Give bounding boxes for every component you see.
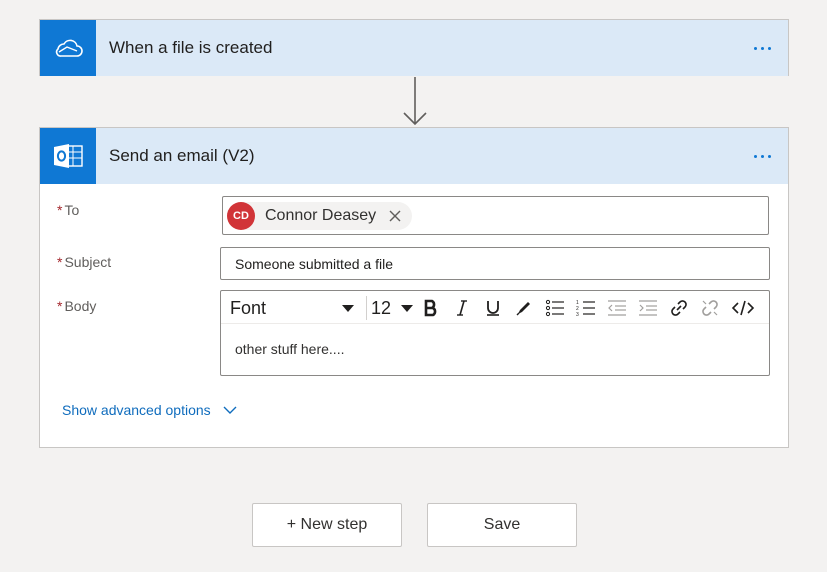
remove-recipient-icon[interactable]	[388, 209, 402, 223]
numbered-list-button[interactable]: 123	[573, 296, 599, 320]
recipient-name: Connor Deasey	[265, 207, 377, 224]
more-dot-icon	[760, 46, 764, 50]
body-toolbar: Font 12 123	[221, 291, 769, 324]
code-icon	[731, 300, 755, 316]
save-button[interactable]: Save	[427, 503, 577, 547]
font-color-button[interactable]	[511, 296, 537, 320]
italic-button[interactable]	[449, 296, 475, 320]
required-marker: *	[57, 254, 63, 270]
numbered-list-icon: 123	[576, 300, 595, 317]
chevron-down-icon	[223, 406, 237, 414]
outdent-icon	[608, 300, 626, 316]
subject-label: * Subject	[57, 254, 111, 270]
onedrive-cloud-icon	[40, 20, 96, 76]
underline-icon	[487, 301, 499, 316]
trigger-card[interactable]: When a file is created	[39, 19, 789, 76]
italic-icon	[457, 300, 467, 316]
action-more-options-button[interactable]	[740, 141, 784, 171]
show-advanced-options-label: Show advanced options	[62, 402, 211, 418]
increase-indent-button[interactable]	[635, 296, 661, 320]
body-editor[interactable]: Font 12 123 other stuff here....	[220, 290, 770, 376]
subject-input[interactable]: Someone submitted a file	[220, 247, 770, 280]
toolbar-divider	[366, 296, 367, 320]
font-family-select[interactable]: Font	[230, 297, 362, 319]
bullet-list-button[interactable]	[542, 296, 568, 320]
to-label-text: To	[64, 202, 80, 218]
outlook-icon	[40, 128, 96, 184]
indent-icon	[639, 300, 657, 316]
bold-button[interactable]	[418, 296, 444, 320]
chevron-down-icon	[401, 305, 413, 312]
body-label: * Body	[57, 298, 96, 314]
recipient-token[interactable]: CD Connor Deasey	[227, 202, 413, 230]
unlink-icon	[702, 300, 718, 316]
code-view-button[interactable]	[730, 296, 756, 320]
action-card: Send an email (V2) * To CD Connor Deasey …	[39, 127, 789, 448]
pen-icon	[516, 302, 530, 316]
more-dot-icon	[760, 154, 764, 158]
body-content[interactable]: other stuff here....	[221, 324, 769, 374]
to-field[interactable]: CD Connor Deasey	[222, 196, 769, 235]
font-size-select[interactable]: 12	[371, 297, 413, 319]
more-dot-icon	[767, 46, 771, 50]
more-dot-icon	[767, 154, 771, 158]
remove-link-button[interactable]	[697, 296, 723, 320]
to-label: * To	[57, 202, 79, 218]
trigger-card-header[interactable]: When a file is created	[40, 20, 788, 76]
chevron-down-icon	[342, 305, 354, 312]
link-icon	[671, 300, 687, 316]
new-step-button[interactable]: + New step	[252, 503, 402, 547]
font-family-value: Font	[230, 297, 267, 318]
decrease-indent-button[interactable]	[604, 296, 630, 320]
body-label-text: Body	[64, 298, 97, 314]
insert-link-button[interactable]	[666, 296, 692, 320]
svg-text:3: 3	[576, 312, 579, 317]
font-size-value: 12	[371, 297, 392, 318]
avatar: CD	[227, 202, 255, 230]
more-dot-icon	[753, 46, 757, 50]
more-dot-icon	[753, 154, 757, 158]
bullet-list-icon	[545, 299, 564, 317]
required-marker: *	[57, 202, 63, 218]
required-marker: *	[57, 298, 63, 314]
underline-button[interactable]	[480, 296, 506, 320]
trigger-title: When a file is created	[109, 38, 273, 57]
show-advanced-options-link[interactable]: Show advanced options	[62, 402, 237, 418]
bold-icon	[424, 299, 437, 317]
trigger-more-options-button[interactable]	[740, 33, 784, 63]
flow-arrow-icon	[403, 77, 427, 126]
action-title: Send an email (V2)	[109, 146, 255, 165]
action-card-header[interactable]: Send an email (V2)	[40, 128, 788, 184]
subject-label-text: Subject	[64, 254, 112, 270]
